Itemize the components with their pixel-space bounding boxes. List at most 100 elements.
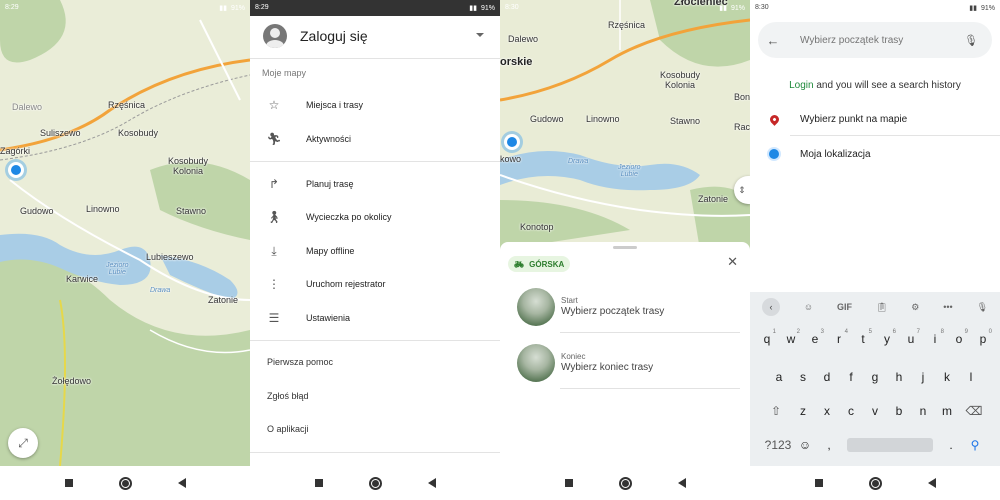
backspace-icon[interactable]: ⌫ [959,400,989,422]
menu-item-nearby-trip[interactable]: 🚶︎ Wycieczka po okolicy [250,203,500,231]
key-q[interactable]: q1 [755,328,779,350]
key-g[interactable]: g [863,366,887,388]
chevron-down-icon[interactable] [476,33,484,37]
key-f[interactable]: f [839,366,863,388]
key-a[interactable]: a [767,366,791,388]
status-bar: 8:29 ▮▮ 91% [0,0,250,16]
key-h[interactable]: h [887,366,911,388]
key-l[interactable]: l [959,366,983,388]
menu-item-recorder[interactable]: ⋮ Uruchom rejestrator [250,270,500,298]
key-d[interactable]: d [815,366,839,388]
space-key[interactable] [847,438,933,452]
fullscreen-button[interactable]: ⤢ [8,428,38,458]
route-mode-label: GÓRSKA [529,259,565,269]
clipboard-icon[interactable]: 📋︎ [876,302,887,313]
end-point-row[interactable]: Koniec Wybierz koniec trasy [517,340,737,385]
recents-button[interactable] [814,479,823,487]
key-o[interactable]: o9 [947,328,971,350]
close-icon[interactable]: ✕ [727,254,738,270]
search-icon[interactable]: ⚲ [963,434,987,456]
emoji-icon[interactable]: ☺ [793,434,817,456]
signal-icon: ▮▮ [219,5,227,12]
search-input[interactable] [800,34,960,46]
key-z[interactable]: z [791,400,815,422]
home-button[interactable] [618,476,632,490]
menu-item-first-aid[interactable]: Pierwsza pomoc [267,357,333,367]
map-label: Kosobudy [118,128,159,138]
key-y[interactable]: y6 [875,328,899,350]
menu-item-about[interactable]: O aplikacji [267,424,309,434]
route-planner-screen: 8:30 ▮▮ 91% Rzęśnica Złocieniec Dalewo or… [500,0,750,500]
menu-item-activities[interactable]: 🏃︎ Aktywności [250,125,500,153]
key-k[interactable]: k [935,366,959,388]
login-link[interactable]: Login [789,80,813,91]
section-title: Moje mapy [262,68,307,78]
shift-icon[interactable]: ⇧ [761,400,791,422]
key-u[interactable]: u7 [899,328,923,350]
microphone-icon[interactable]: 🎙︎ [977,302,988,313]
menu-item-report-bug[interactable]: Zgłoś błąd [267,391,309,401]
route-sheet: 🚲︎ GÓRSKA ✕ Start Wybierz początek trasy… [500,242,750,466]
back-button[interactable] [677,478,686,488]
key-v[interactable]: v [863,400,887,422]
expand-icon: ⤢ [18,435,28,450]
key-c[interactable]: c [839,400,863,422]
back-button[interactable] [927,478,936,488]
menu-item-label: Mapy offline [306,246,355,256]
map-screen: 8:29 ▮▮ 91% Zagórki Dalewo Rzęśnica Sulis… [0,0,250,500]
menu-item-label: Ustawienia [306,313,351,323]
numbers-key[interactable]: ?123 [763,434,793,456]
menu-item-plan-route[interactable]: ↱ Planuj trasę [250,170,500,198]
map-view[interactable] [0,0,250,466]
gear-icon[interactable]: ⚙ [911,302,919,313]
status-time: 8:29 [5,4,19,11]
home-button[interactable] [118,476,132,490]
menu-item-offline-maps[interactable]: ⤓ Mapy offline [250,237,500,265]
home-button[interactable] [868,476,882,490]
keyboard-row-4: ?123 ☺ , . ⚲ [750,434,1000,456]
route-mode-chip[interactable]: 🚲︎ GÓRSKA [508,256,571,272]
login-header[interactable]: Zaloguj się [250,16,500,56]
key-w[interactable]: w2 [779,328,803,350]
key-period[interactable]: . [939,434,963,456]
keyboard-back-icon[interactable]: ‹ [761,298,780,316]
start-point-row[interactable]: Start Wybierz początek trasy [517,284,737,329]
key-t[interactable]: t5 [851,328,875,350]
key-n[interactable]: n [911,400,935,422]
key-x[interactable]: x [815,400,839,422]
map-label: Lubieszewo [146,252,194,262]
back-button[interactable] [427,478,436,488]
key-p[interactable]: p0 [971,328,995,350]
back-arrow-icon[interactable]: ← [758,33,788,48]
key-e[interactable]: e3 [803,328,827,350]
key-r[interactable]: r4 [827,328,851,350]
system-navbar [500,466,750,500]
home-button[interactable] [368,476,382,490]
key-s[interactable]: s [791,366,815,388]
recents-button[interactable] [564,479,573,487]
recents-button[interactable] [314,479,323,487]
sheet-handle[interactable] [613,246,637,249]
keyboard-row-3: ⇧ z x c v b n m ⌫ [750,400,1000,422]
option-my-location[interactable]: Moja lokalizacja [750,137,1000,171]
map-label: Jezioro Lubie [106,262,129,276]
menu-item-places[interactable]: ☆ Miejsca i trasy [250,91,500,119]
map-label: Dalewo [12,102,43,112]
key-m[interactable]: m [935,400,959,422]
key-b[interactable]: b [887,400,911,422]
gif-button[interactable]: GIF [837,302,852,312]
emoji-sticker-icon[interactable]: ☺ [804,302,813,312]
key-comma[interactable]: , [817,434,841,456]
map-label: Gudowo [530,114,564,124]
location-dot-icon [769,149,779,159]
key-i[interactable]: i8 [923,328,947,350]
key-j[interactable]: j [911,366,935,388]
back-button[interactable] [177,478,186,488]
divider [250,58,500,59]
option-pick-on-map[interactable]: Wybierz punkt na mapie [750,102,1000,136]
menu-item-settings[interactable]: ☰ Ustawienia [250,304,500,332]
microphone-icon[interactable]: 🎙︎ [960,34,982,47]
recents-button[interactable] [64,479,73,487]
more-icon[interactable]: ••• [943,302,952,312]
map-label: Dalewo [508,34,539,44]
